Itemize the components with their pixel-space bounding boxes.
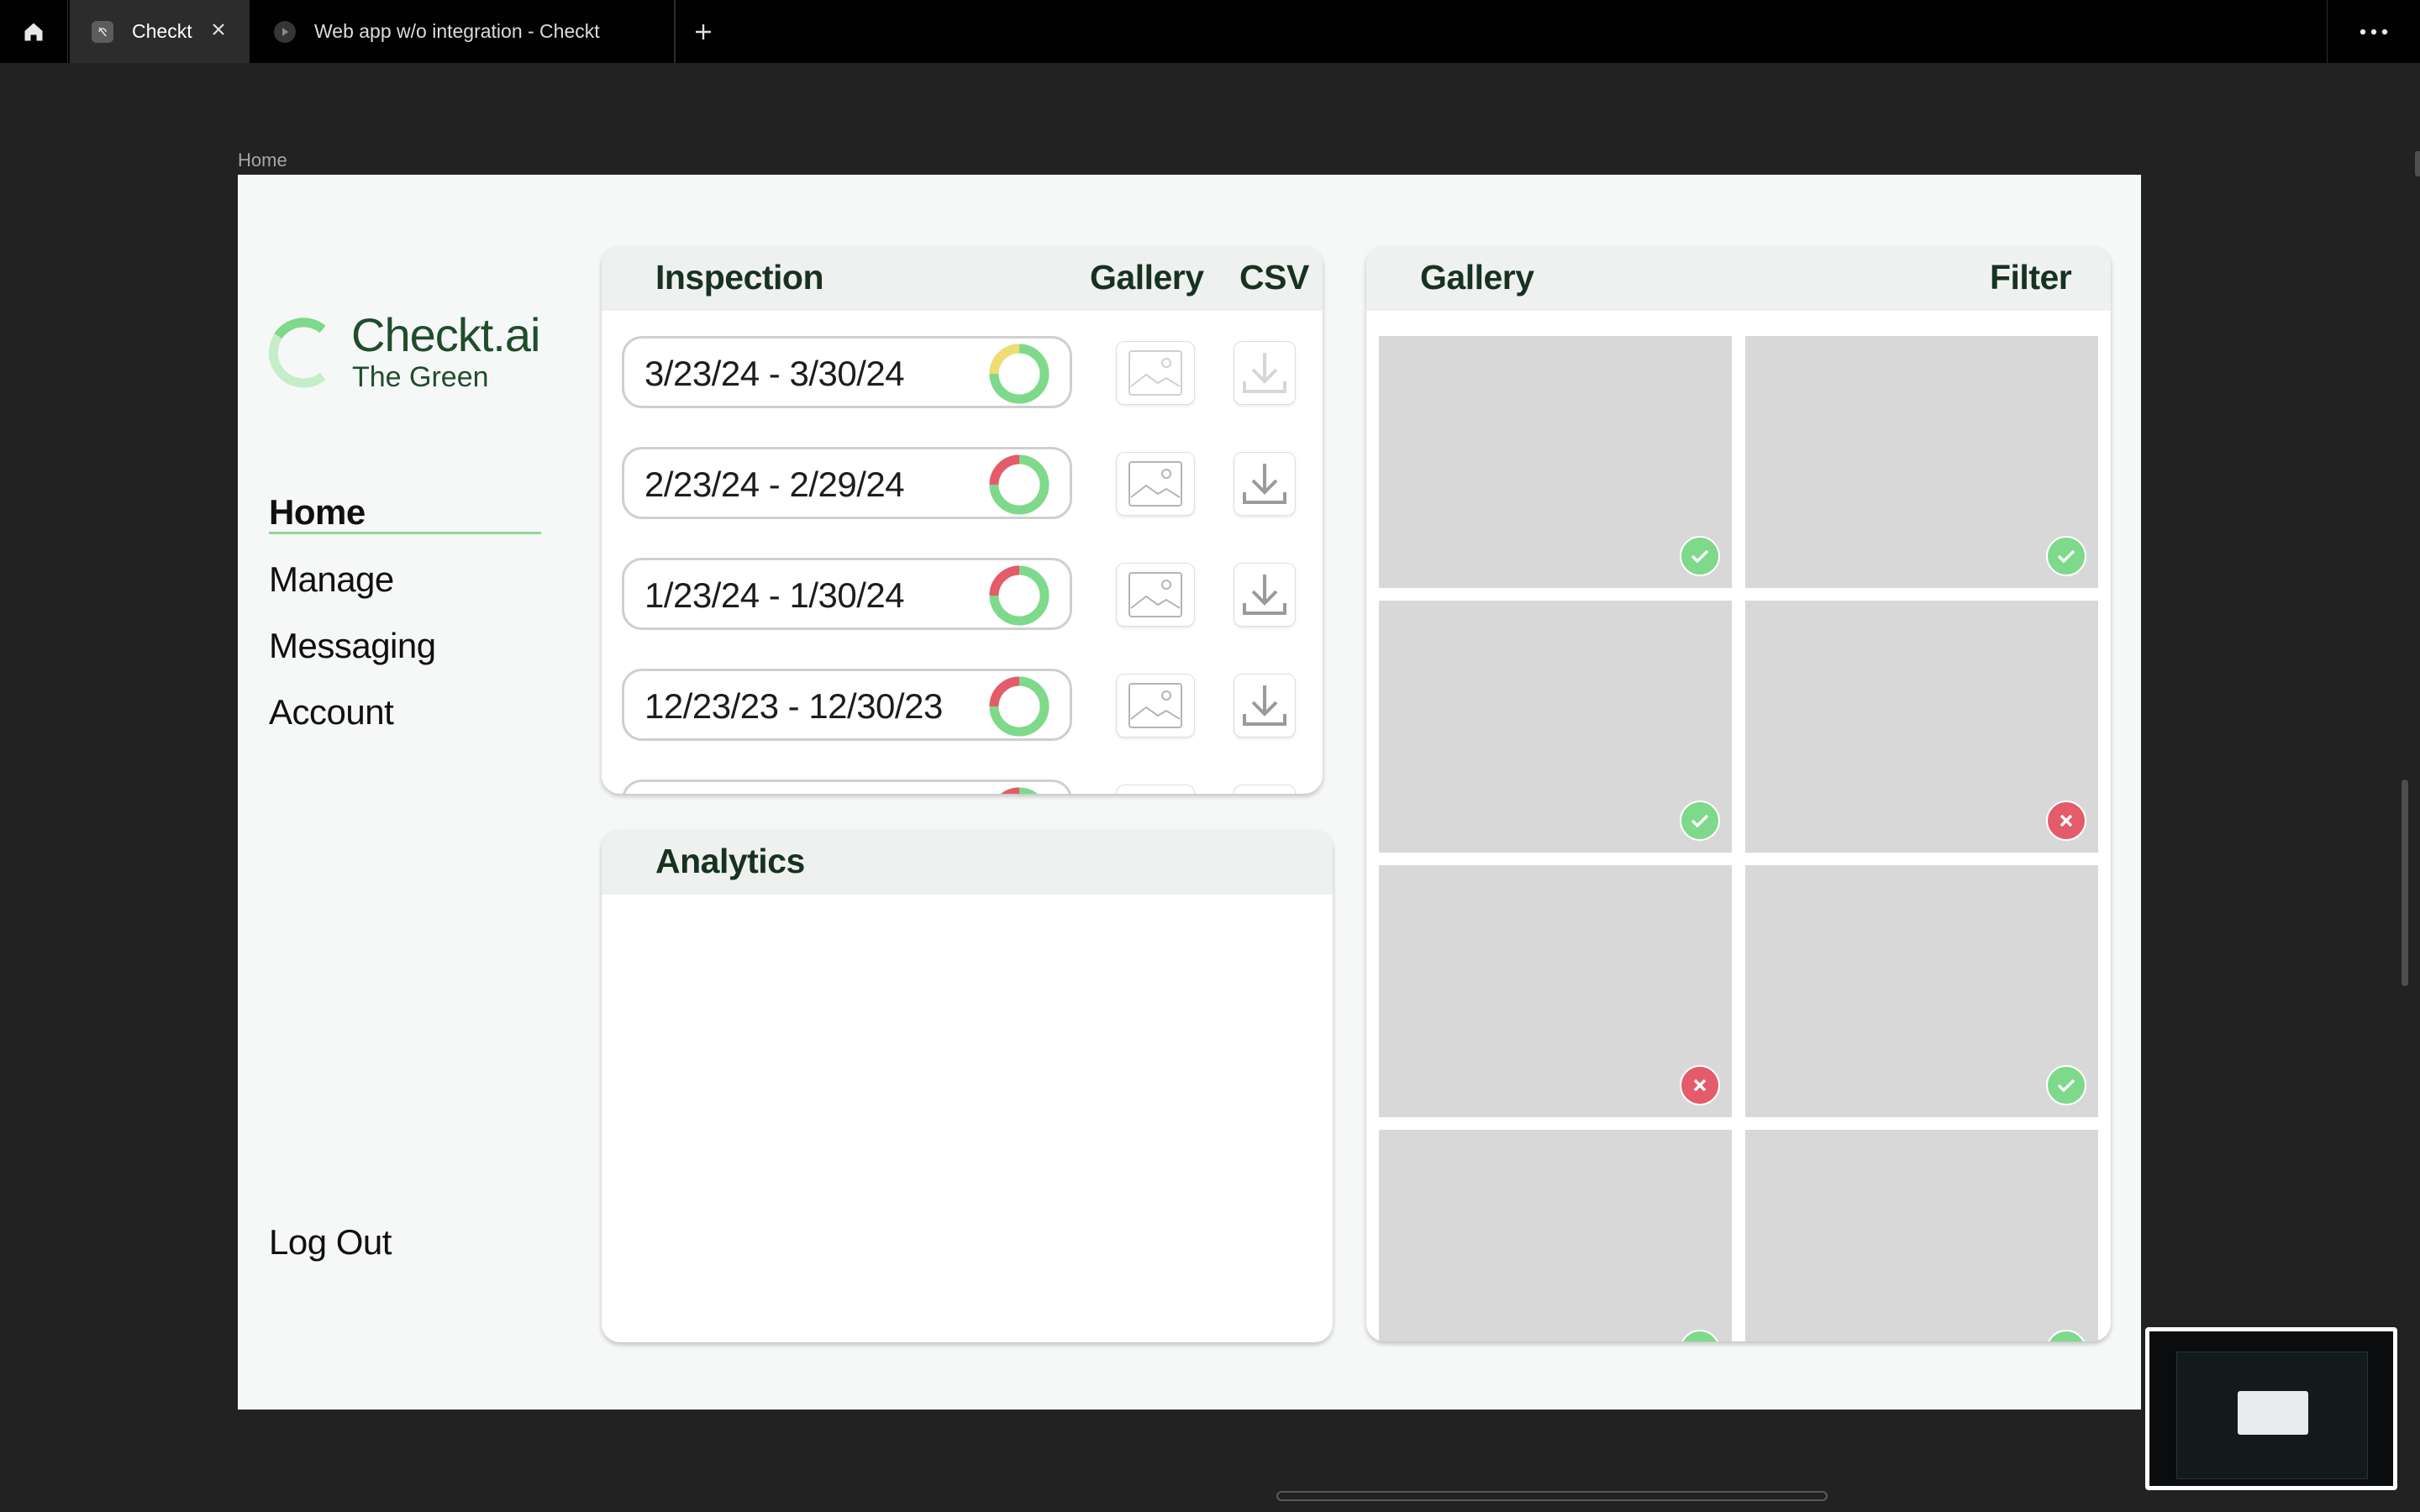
gallery-button[interactable]: [1116, 674, 1195, 738]
csv-download-button[interactable]: [1234, 785, 1296, 794]
csv-download-button[interactable]: [1234, 452, 1296, 516]
pass-check-icon: [1680, 801, 1720, 841]
inspection-date-pill[interactable]: 1/23/24 - 1/30/24: [622, 558, 1072, 630]
more-options-button[interactable]: [2327, 0, 2420, 63]
app-frame: Checkt.ai The Green Home Manage Messagin…: [238, 175, 2141, 1410]
vertical-scrollbar[interactable]: [2402, 780, 2408, 986]
download-icon: [1243, 685, 1286, 726]
brand-name: Checkt.ai: [351, 308, 540, 361]
analytics-panel-header: Analytics: [602, 830, 1333, 895]
inspection-row: 12/23/23 - 12/30/23: [622, 669, 1296, 741]
inspection-date-range: 1/23/24 - 1/30/24: [644, 575, 905, 615]
tab-title: Checkt: [132, 20, 192, 42]
gallery-image-cell[interactable]: [1379, 601, 1732, 853]
checkt-favicon-icon: [92, 20, 113, 43]
inspection-date-range: 2/23/24 - 2/29/24: [644, 465, 905, 504]
browser-tab-bar: Checkt Web app w/o integration - Checkt: [0, 0, 2420, 63]
inspection-row: 3/23/24 - 3/30/24: [622, 336, 1296, 408]
inspection-date-pill[interactable]: [622, 780, 1072, 794]
status-donut-icon: [989, 676, 1050, 737]
logout-link[interactable]: Log Out: [269, 1222, 392, 1263]
gallery-image-cell[interactable]: [1379, 1130, 1732, 1341]
pass-check-icon: [2046, 536, 2086, 576]
tab-divider: [674, 0, 676, 63]
nav-item-manage[interactable]: Manage: [269, 559, 394, 600]
tab-title: Web app w/o integration - Checkt: [314, 20, 600, 42]
ellipsis-icon: [2360, 29, 2388, 34]
breadcrumb: Home: [238, 150, 287, 171]
new-tab-button[interactable]: [682, 0, 724, 63]
inspection-heading: Inspection: [655, 258, 824, 297]
pass-check-icon: [1680, 1330, 1720, 1341]
preview-thumbnail[interactable]: [2145, 1327, 2397, 1490]
gallery-panel-header: Gallery Filter: [1366, 246, 2111, 311]
gallery-button[interactable]: [1116, 452, 1195, 516]
inspection-date-range: 12/23/23 - 12/30/23: [644, 686, 943, 726]
fail-x-icon: [1680, 1065, 1720, 1105]
inspection-row-partial: [622, 780, 1296, 794]
gallery-button[interactable]: [1116, 341, 1195, 405]
inspection-date-pill[interactable]: 12/23/23 - 12/30/23: [622, 669, 1072, 741]
gallery-image-cell[interactable]: [1745, 601, 2098, 853]
gallery-panel: Gallery Filter: [1366, 246, 2111, 1341]
gallery-button[interactable]: [1116, 563, 1195, 627]
download-icon: [1243, 464, 1286, 504]
csv-download-button[interactable]: [1234, 341, 1296, 405]
inspection-panel: Inspection Gallery CSV 3/23/24 - 3/30/24…: [602, 246, 1323, 794]
gallery-image-cell[interactable]: [1745, 336, 2098, 588]
nav-item-account[interactable]: Account: [269, 692, 394, 732]
gallery-image-cell[interactable]: [1379, 865, 1732, 1117]
inspection-row: 1/23/24 - 1/30/24: [622, 558, 1296, 630]
status-donut-icon: [989, 454, 1050, 515]
gallery-image-cell[interactable]: [1745, 865, 2098, 1117]
gallery-column-heading: Gallery: [1090, 258, 1204, 297]
inspection-row: 2/23/24 - 2/29/24: [622, 447, 1296, 519]
csv-download-button[interactable]: [1234, 563, 1296, 627]
image-icon: [1128, 350, 1182, 396]
inspection-date-pill[interactable]: 3/23/24 - 3/30/24: [622, 336, 1072, 408]
inspection-panel-header: Inspection Gallery CSV: [602, 246, 1323, 311]
image-icon: [1128, 461, 1182, 507]
csv-column-heading: CSV: [1239, 258, 1309, 297]
plus-icon: [696, 24, 711, 39]
analytics-panel: Analytics: [602, 830, 1333, 1342]
inspection-date-range: 3/23/24 - 3/30/24: [644, 354, 905, 393]
status-donut-icon: [989, 565, 1050, 626]
gallery-image-cell[interactable]: [1379, 336, 1732, 588]
pass-check-icon: [2046, 1065, 2086, 1105]
image-icon: [1128, 683, 1182, 728]
status-donut-icon: [1001, 787, 1038, 794]
checkt-logo-icon: [268, 318, 326, 388]
home-icon: [24, 23, 43, 40]
gallery-image-cell[interactable]: [1745, 1130, 2098, 1341]
active-nav-underline: [269, 532, 541, 534]
status-donut-icon: [989, 344, 1050, 404]
tab-web-app[interactable]: Web app w/o integration - Checkt: [252, 0, 674, 63]
gallery-button[interactable]: [1116, 785, 1195, 794]
pass-check-icon: [2046, 1330, 2086, 1341]
play-favicon-icon: [274, 20, 296, 43]
fail-x-icon: [2046, 801, 2086, 841]
csv-download-button[interactable]: [1234, 674, 1296, 738]
nav-item-messaging[interactable]: Messaging: [269, 626, 436, 666]
filter-button[interactable]: Filter: [1990, 258, 2072, 297]
image-icon: [1128, 572, 1182, 617]
thumbnail-login-card: [2238, 1391, 2308, 1435]
edge-scroll-fragment: [2415, 151, 2420, 176]
nav-item-home[interactable]: Home: [269, 492, 366, 533]
download-icon: [1243, 353, 1286, 393]
brand-location: The Green: [352, 361, 489, 393]
horizontal-scrollbar[interactable]: [1276, 1491, 1828, 1501]
analytics-heading: Analytics: [655, 842, 805, 880]
inspection-date-pill[interactable]: 2/23/24 - 2/29/24: [622, 447, 1072, 519]
close-tab-icon[interactable]: [209, 20, 228, 44]
tab-checkt[interactable]: Checkt: [70, 0, 250, 63]
pass-check-icon: [1680, 536, 1720, 576]
gallery-heading: Gallery: [1420, 258, 1534, 297]
thumbnail-screen: [2176, 1352, 2368, 1479]
home-button[interactable]: [0, 0, 68, 63]
download-icon: [1243, 575, 1286, 615]
